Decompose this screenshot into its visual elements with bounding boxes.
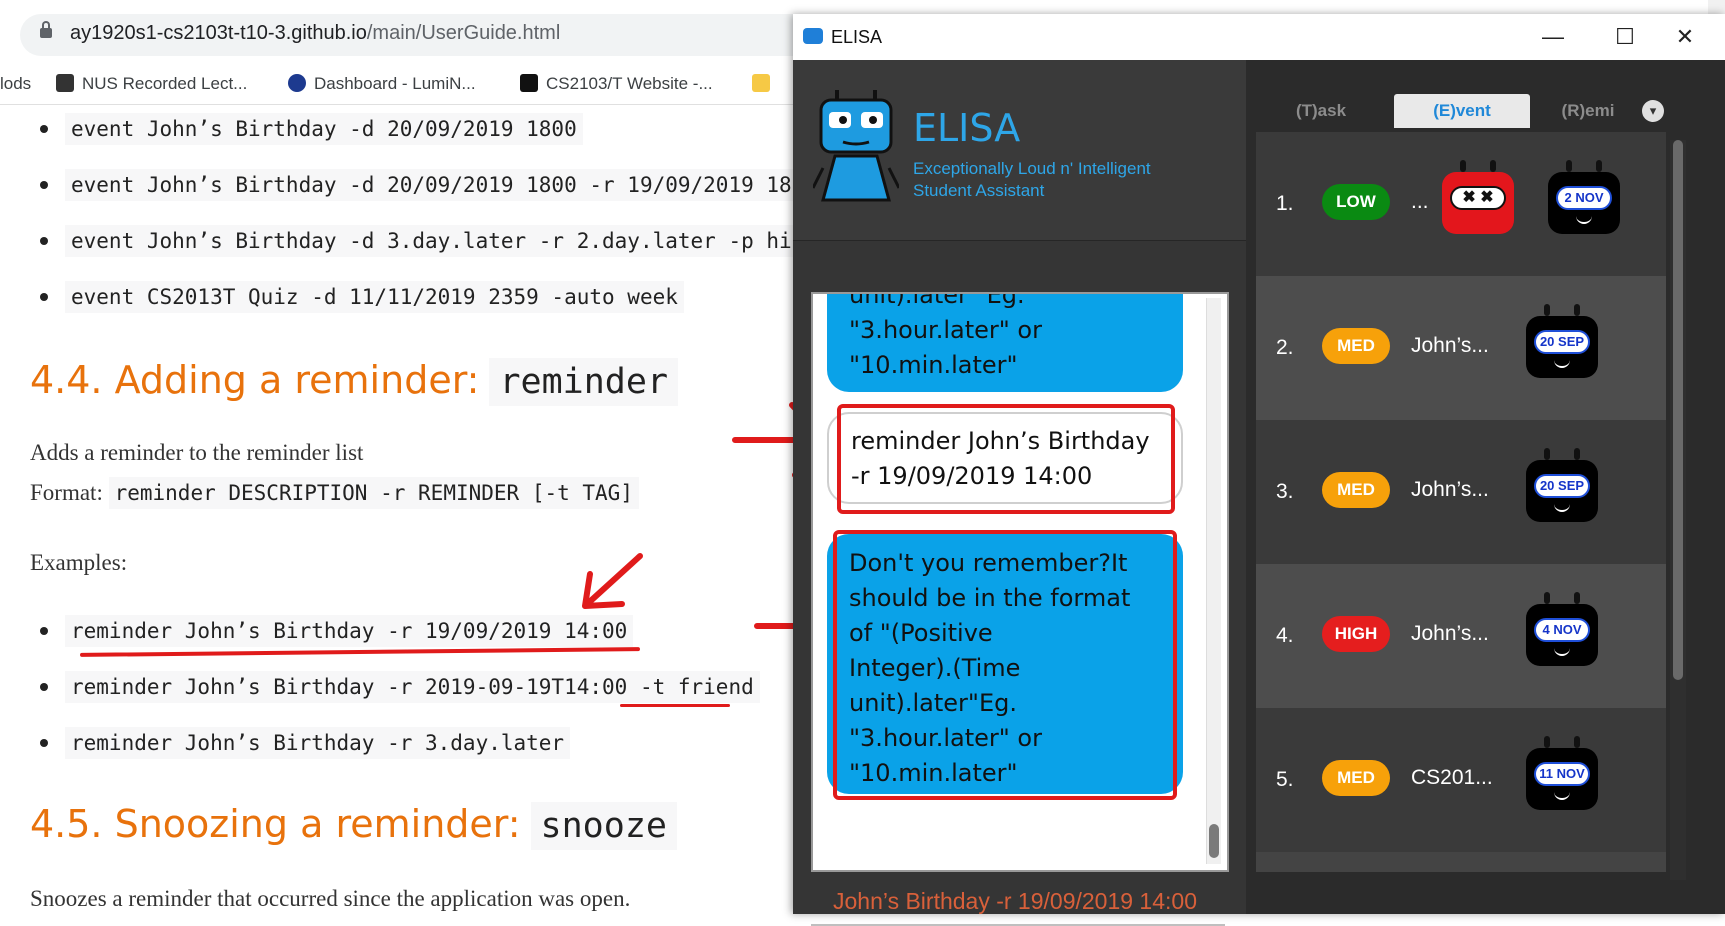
event-date: 4 NOV: [1534, 618, 1590, 642]
event-description: CS201...: [1411, 766, 1493, 789]
command-input-text[interactable]: John’s Birthday -r 19/09/2019 14:00: [833, 888, 1197, 915]
event-description: John’s...: [1411, 334, 1489, 357]
bookmark-folder[interactable]: [752, 74, 778, 94]
annotation-arrow-icon: [582, 553, 643, 609]
app-header: ELISA Exceptionally Loud n' Intelligent …: [793, 60, 1246, 241]
list-item: reminder John’s Birthday -r 19/09/2019 1…: [40, 615, 634, 647]
section-description: Adds a reminder to the reminder list: [30, 440, 364, 465]
window-titlebar: ELISA — ☐ ✕: [793, 14, 1725, 61]
examples-label: Examples:: [30, 550, 128, 575]
app-name: ELISA: [913, 106, 1021, 150]
list-item: event John’s Birthday -d 3.day.later -r …: [40, 225, 798, 257]
event-index: 3.: [1276, 480, 1294, 503]
window-title: ELISA: [831, 27, 883, 47]
list-pane: (T)ask (E)vent (R)emi ▾ 1. LOW ... ✖ ✖ 2…: [1246, 60, 1725, 914]
chat-history[interactable]: unit).later" Eg. "3.hour.later" or "10.m…: [811, 292, 1229, 872]
luminus-icon: [288, 74, 306, 92]
bookmark-nus-recorded[interactable]: NUS Recorded Lect...: [56, 74, 247, 94]
bookmark-mods[interactable]: lods: [0, 74, 31, 94]
nus-icon: [56, 74, 74, 92]
list-item: reminder John’s Birthday -r 3.day.later: [40, 727, 571, 759]
event-description: John’s...: [1411, 478, 1489, 501]
chat-scrollbar-thumb[interactable]: [1209, 824, 1219, 858]
format-line: Format: reminder DESCRIPTION -r REMINDER…: [30, 477, 639, 509]
tab-overflow-chevron-down-icon[interactable]: ▾: [1642, 100, 1664, 122]
section-heading-4-4: 4.4. Adding a reminder: reminder: [30, 358, 679, 406]
tab-bar: (T)ask (E)vent (R)emi ▾: [1256, 94, 1676, 132]
list-item: reminder John’s Birthday -r 2019-09-19T1…: [40, 671, 760, 703]
event-index: 1.: [1276, 192, 1294, 215]
user-guide-content: event John’s Birthday -d 20/09/2019 1800…: [0, 106, 800, 914]
url-path: /main/UserGuide.html: [366, 22, 561, 44]
chat-pane: ELISA Exceptionally Loud n' Intelligent …: [793, 60, 1246, 926]
date-robot-icon: 20 SEP: [1526, 304, 1598, 378]
chat-scrollbar[interactable]: [1206, 298, 1221, 864]
event-row[interactable]: 4. HIGH John’s... 4 NOV: [1256, 564, 1666, 708]
app-subtitle: Exceptionally Loud n' Intelligent Studen…: [913, 159, 1151, 200]
bot-message-bubble: unit).later" Eg. "3.hour.later" or "10.m…: [827, 294, 1183, 392]
section-description: Snoozes a reminder that occurred since t…: [30, 886, 631, 911]
event-list: 1. LOW ... ✖ ✖ 2 NOV 2. MED John’s... 20…: [1256, 132, 1666, 872]
url-host: ay1920s1-cs2103t-t10-3.github.io: [70, 22, 367, 44]
date-robot-icon: 11 NOV: [1526, 736, 1598, 810]
event-index: 2.: [1276, 336, 1294, 359]
bookmark-luminus[interactable]: Dashboard - LumiN...: [288, 74, 476, 94]
event-list-scrollbar-thumb[interactable]: [1673, 140, 1683, 680]
section-heading-4-5: 4.5. Snoozing a reminder: snooze: [30, 802, 677, 850]
list-item: event CS2013T Quiz -d 11/11/2019 2359 -a…: [40, 281, 684, 313]
angry-robot-icon: ✖ ✖: [1442, 160, 1514, 234]
event-index: 5.: [1276, 768, 1294, 791]
maximize-button[interactable]: ☐: [1605, 22, 1645, 52]
event-list-scrollbar[interactable]: [1670, 140, 1686, 880]
date-robot-icon: 2 NOV: [1548, 160, 1620, 234]
priority-badge: HIGH: [1322, 616, 1390, 652]
event-row[interactable]: 1. LOW ... ✖ ✖ 2 NOV: [1256, 132, 1666, 276]
minimize-button[interactable]: —: [1533, 22, 1573, 52]
tab-event[interactable]: (E)vent: [1394, 94, 1530, 128]
event-description: John’s...: [1411, 622, 1489, 645]
event-row[interactable]: 3. MED John’s... 20 SEP: [1256, 420, 1666, 564]
elisa-window: ELISA — ☐ ✕ ELISA Exceptionally Loud n' …: [793, 14, 1725, 926]
lock-icon: [40, 21, 52, 38]
robot-mascot-icon: [813, 90, 899, 202]
tab-task[interactable]: (T)ask: [1256, 94, 1386, 128]
command-input[interactable]: John’s Birthday -r 19/09/2019 14:00: [811, 880, 1225, 926]
priority-badge: MED: [1322, 472, 1390, 508]
tab-reminder[interactable]: (R)emi: [1538, 94, 1638, 128]
list-item: event John’s Birthday -d 20/09/2019 1800…: [40, 169, 798, 201]
event-date: 20 SEP: [1534, 330, 1590, 354]
annotation-underline: [620, 704, 730, 707]
graduation-cap-icon: [520, 74, 538, 92]
event-date: 2 NOV: [1556, 186, 1612, 210]
event-date: 20 SEP: [1534, 474, 1590, 498]
event-row[interactable]: 2. MED John’s... 20 SEP: [1256, 276, 1666, 420]
robot-app-icon: [803, 28, 823, 44]
priority-badge: MED: [1322, 760, 1390, 796]
list-item: event John’s Birthday -d 20/09/2019 1800: [40, 113, 583, 145]
event-date: 11 NOV: [1534, 762, 1590, 786]
date-robot-icon: 4 NOV: [1526, 592, 1598, 666]
annotation-box: [833, 530, 1177, 800]
priority-badge: MED: [1322, 328, 1390, 364]
annotation-underline: [79, 647, 641, 657]
priority-badge: LOW: [1322, 184, 1390, 220]
date-robot-icon: 20 SEP: [1526, 448, 1598, 522]
event-index: 4.: [1276, 624, 1294, 647]
event-description: ...: [1411, 190, 1429, 213]
annotation-box: [837, 404, 1175, 514]
folder-icon: [752, 74, 770, 92]
close-button[interactable]: ✕: [1665, 22, 1705, 52]
bookmark-cs2103[interactable]: CS2103/T Website -...: [520, 74, 713, 94]
event-row[interactable]: 5. MED CS201... 11 NOV: [1256, 708, 1666, 852]
url-text[interactable]: ay1920s1-cs2103t-t10-3.github.io/main/Us…: [70, 22, 560, 45]
